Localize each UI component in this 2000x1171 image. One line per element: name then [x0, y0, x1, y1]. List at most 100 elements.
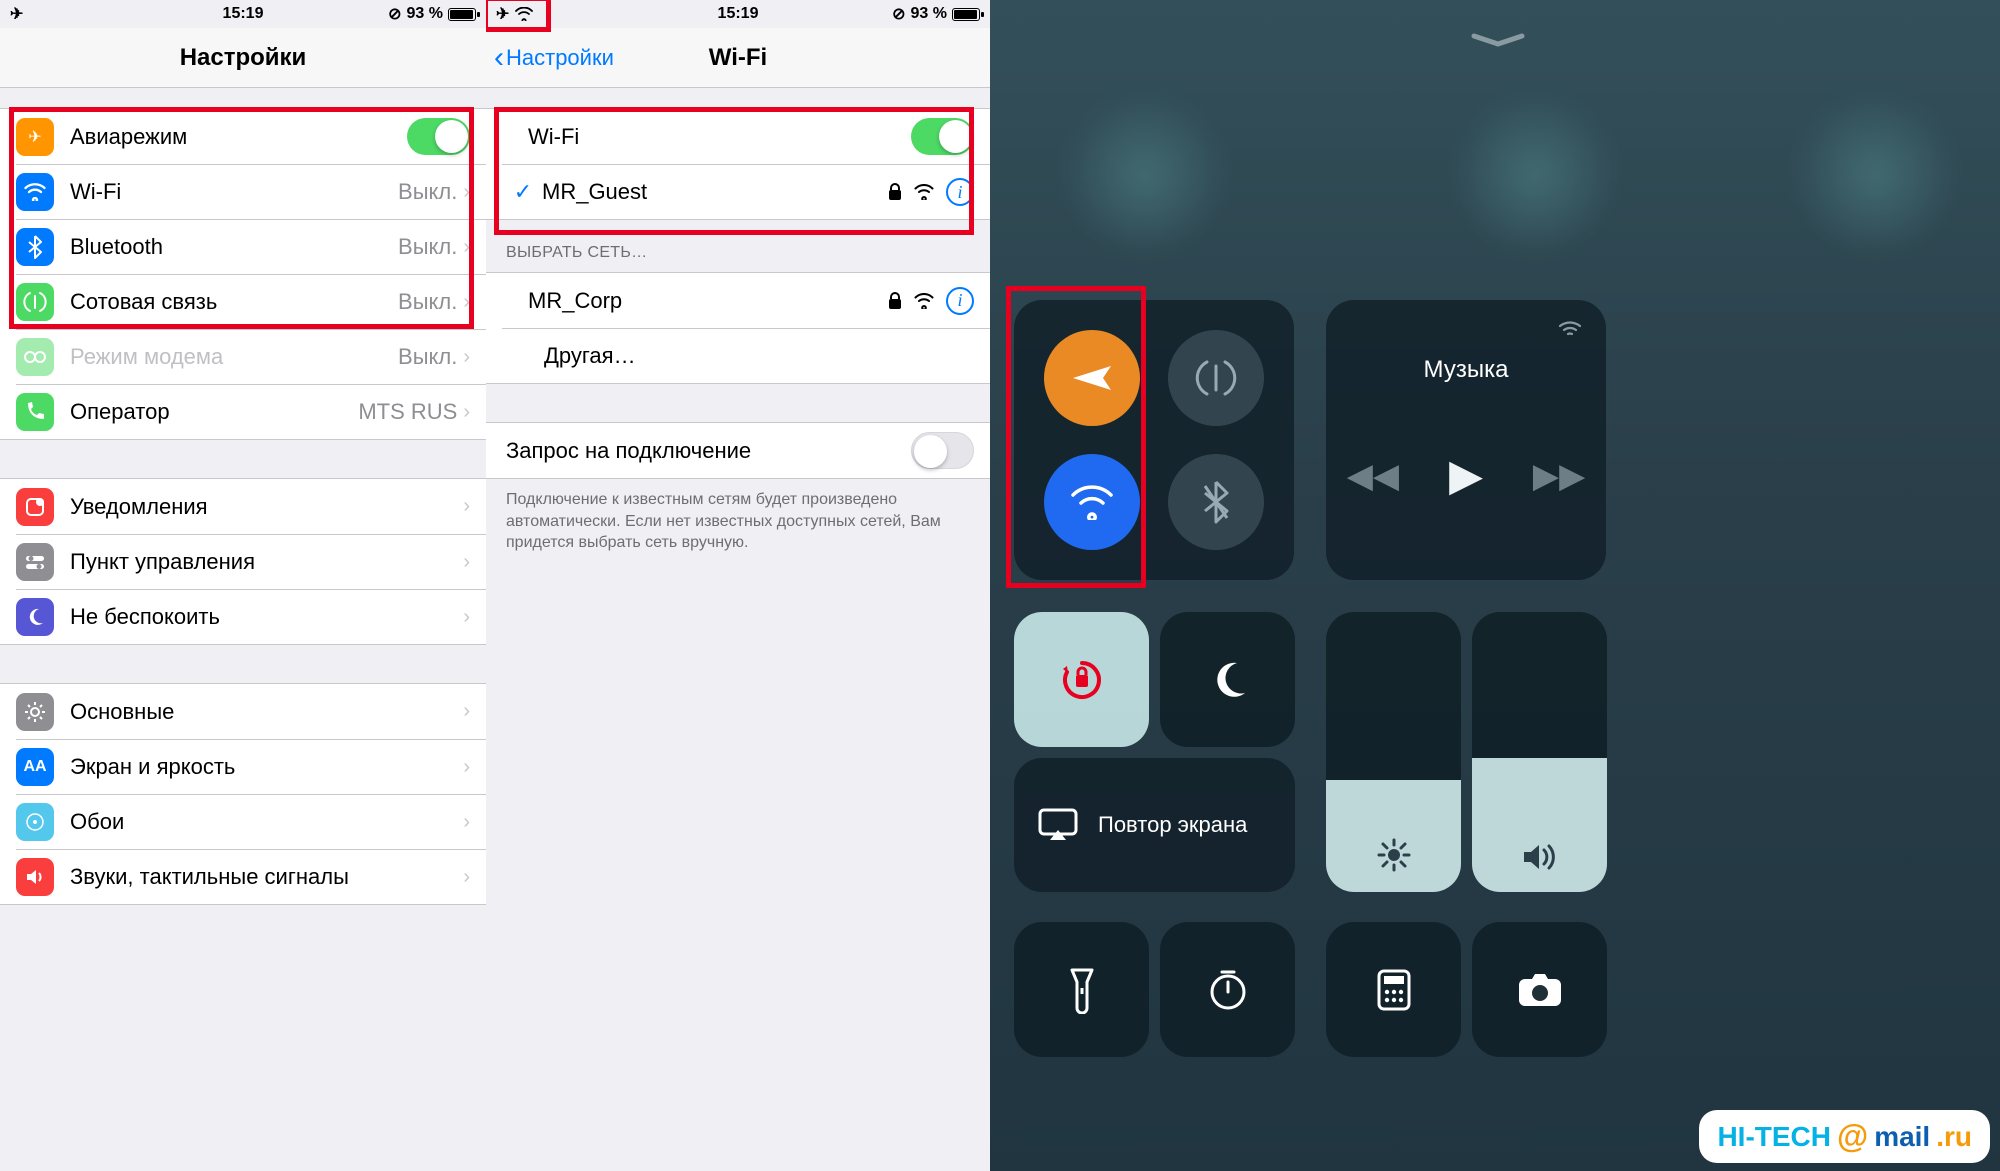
- airplane-toggle[interactable]: [407, 118, 470, 155]
- mirror-label: Повтор экрана: [1098, 812, 1247, 838]
- cc-orientation-lock-button[interactable]: [1014, 612, 1149, 747]
- cc-bluetooth-button[interactable]: [1168, 454, 1264, 550]
- row-label: Режим модема: [70, 344, 398, 370]
- status-time: 15:19: [223, 5, 264, 23]
- row-sounds[interactable]: Звуки, тактильные сигналы ›: [16, 849, 486, 904]
- cc-timer-button[interactable]: [1160, 922, 1295, 1057]
- row-label: Wi-Fi: [70, 179, 398, 205]
- row-carrier[interactable]: Оператор MTS RUS ›: [16, 384, 486, 439]
- row-label: Запрос на подключение: [506, 438, 911, 464]
- info-button[interactable]: i: [946, 178, 974, 206]
- row-bluetooth[interactable]: Bluetooth Выкл. ›: [16, 219, 486, 274]
- chevron-right-icon: ›: [463, 606, 470, 629]
- music-tile[interactable]: Музыка ◀◀ ▶ ▶▶: [1326, 300, 1606, 580]
- row-label: Сотовая связь: [70, 289, 398, 315]
- cc-dnd-button[interactable]: [1160, 612, 1295, 747]
- cc-wifi-button[interactable]: [1044, 454, 1140, 550]
- cc-brightness-slider[interactable]: [1326, 612, 1461, 892]
- moon-icon: [16, 598, 54, 636]
- row-wallpaper[interactable]: Обои ›: [16, 794, 486, 849]
- row-hotspot: Режим модема Выкл. ›: [16, 329, 486, 384]
- row-label: Bluetooth: [70, 234, 398, 260]
- row-general[interactable]: Основные ›: [0, 684, 486, 739]
- row-label: Пункт управления: [70, 549, 463, 575]
- music-label: Музыка: [1424, 356, 1509, 384]
- airplane-status-icon: ✈︎: [496, 4, 509, 24]
- watermark-text: HI-TECH: [1717, 1121, 1831, 1153]
- orientation-lock-icon: ⊘: [388, 4, 401, 24]
- row-wifi-toggle[interactable]: Wi-Fi: [486, 109, 990, 164]
- watermark-text: mail: [1874, 1121, 1930, 1153]
- row-wifi-other[interactable]: Другая…: [502, 328, 990, 383]
- grabber-icon[interactable]: [1470, 32, 1520, 40]
- chevron-right-icon: ›: [463, 495, 470, 518]
- row-control-center[interactable]: Пункт управления ›: [16, 534, 486, 589]
- info-button[interactable]: i: [946, 287, 974, 315]
- row-ask-to-join[interactable]: Запрос на подключение: [486, 423, 990, 478]
- row-notifications[interactable]: Уведомления ›: [0, 479, 486, 534]
- page-title: Настройки: [180, 44, 307, 72]
- row-label: Обои: [70, 809, 463, 835]
- back-button[interactable]: ‹ Настройки: [494, 43, 614, 73]
- network-name: MR_Corp: [528, 288, 888, 314]
- wallpaper-icon: [16, 803, 54, 841]
- notifications-icon: [16, 488, 54, 526]
- row-wifi-network[interactable]: MR_Corp i: [486, 273, 990, 328]
- wifi-toggle[interactable]: [911, 118, 974, 155]
- row-detail: MTS RUS: [358, 399, 457, 425]
- cc-screen-mirroring-button[interactable]: Повтор экрана: [1014, 758, 1295, 892]
- row-label: Уведомления: [70, 494, 463, 520]
- watermark: HI-TECH @ mail .ru: [1699, 1110, 1990, 1163]
- battery-icon: [952, 8, 980, 21]
- page-title: Wi-Fi: [709, 44, 767, 72]
- chevron-left-icon: ‹: [494, 43, 504, 73]
- row-label: Основные: [70, 699, 463, 725]
- bluetooth-icon: [16, 228, 54, 266]
- row-wifi[interactable]: Wi-Fi Выкл. ›: [16, 164, 486, 219]
- prev-track-button[interactable]: ◀◀: [1347, 456, 1399, 496]
- wifi-status-icon: [515, 7, 533, 21]
- sounds-icon: [16, 858, 54, 896]
- next-track-button[interactable]: ▶▶: [1533, 456, 1585, 496]
- airplane-icon: ✈︎: [16, 118, 54, 156]
- airplay-icon: [1556, 318, 1584, 340]
- section-header: ВЫБРАТЬ СЕТЬ…: [486, 220, 990, 272]
- hotspot-icon: [16, 338, 54, 376]
- play-button[interactable]: ▶: [1449, 450, 1483, 501]
- cc-camera-button[interactable]: [1472, 922, 1607, 1057]
- chevron-right-icon: ›: [463, 866, 470, 889]
- row-display[interactable]: AA Экран и яркость ›: [16, 739, 486, 794]
- network-name: MR_Guest: [542, 179, 888, 205]
- row-label: Wi-Fi: [528, 124, 911, 150]
- chevron-right-icon: ›: [463, 291, 470, 314]
- status-bar: ✈︎ 15:19 ⊘ 93 %: [486, 0, 990, 28]
- row-dnd[interactable]: Не беспокоить ›: [16, 589, 486, 644]
- cc-airplane-button[interactable]: [1044, 330, 1140, 426]
- row-detail: Выкл.: [398, 344, 457, 370]
- battery-percent: 93 %: [911, 5, 947, 23]
- battery-icon: [448, 8, 476, 21]
- row-airplane-mode[interactable]: ✈︎ Авиарежим: [0, 109, 486, 164]
- cc-volume-slider[interactable]: [1472, 612, 1607, 892]
- orientation-lock-icon: ⊘: [892, 4, 905, 24]
- cc-flashlight-button[interactable]: [1014, 922, 1149, 1057]
- nav-header: ‹ Настройки Wi-Fi: [486, 28, 990, 88]
- cc-calculator-button[interactable]: [1326, 922, 1461, 1057]
- ask-to-join-toggle[interactable]: [911, 432, 974, 469]
- chevron-right-icon: ›: [463, 700, 470, 723]
- settings-root-screen: ✈︎ 15:19 ⊘ 93 % Настройки ✈︎ Авиарежим W…: [0, 0, 486, 1171]
- status-bar: ✈︎ 15:19 ⊘ 93 %: [0, 0, 486, 28]
- row-detail: Выкл.: [398, 179, 457, 205]
- back-label: Настройки: [506, 45, 614, 71]
- cc-cellular-button[interactable]: [1168, 330, 1264, 426]
- brightness-icon: [1377, 838, 1411, 872]
- row-cellular[interactable]: Сотовая связь Выкл. ›: [16, 274, 486, 329]
- cellular-icon: [16, 283, 54, 321]
- row-label: Звуки, тактильные сигналы: [70, 864, 463, 890]
- chevron-right-icon: ›: [463, 551, 470, 574]
- airplane-status-icon: ✈︎: [10, 4, 23, 24]
- row-label: Авиарежим: [70, 124, 407, 150]
- row-wifi-connected[interactable]: ✓ MR_Guest i: [502, 164, 990, 219]
- connectivity-tile: [1014, 300, 1294, 580]
- row-detail: Выкл.: [398, 234, 457, 260]
